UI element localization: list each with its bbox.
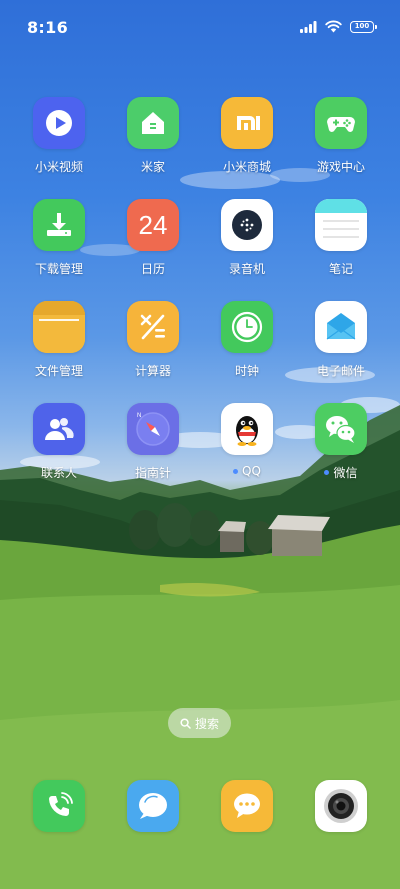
app-notes[interactable]: 笔记 — [294, 199, 388, 277]
status-icons: 100 — [300, 20, 377, 33]
search-button[interactable]: 搜索 — [168, 708, 231, 738]
dock — [0, 780, 400, 832]
contacts-icon — [33, 403, 85, 455]
calendar-date: 24 — [138, 209, 168, 240]
app-label: 微信 — [333, 466, 358, 480]
app-label: 小米视频 — [34, 160, 83, 174]
app-label: 录音机 — [228, 262, 265, 276]
calculator-icon — [127, 301, 179, 353]
app-compass[interactable]: N 指南针 — [106, 403, 200, 481]
new-notification-dot — [233, 468, 239, 474]
battery-icon: 100 — [350, 20, 377, 33]
wechat-icon — [315, 403, 367, 455]
search-icon — [180, 717, 191, 729]
app-label: 计算器 — [134, 364, 171, 378]
camera-icon — [315, 780, 367, 832]
app-label: 米家 — [140, 160, 165, 174]
app-downloads[interactable]: 下载管理 — [12, 199, 106, 277]
home-icon — [127, 97, 179, 149]
app-label: 下载管理 — [34, 262, 83, 276]
app-recorder[interactable]: 录音机 — [200, 199, 294, 277]
signal-icon — [300, 20, 317, 33]
video-play-icon — [33, 97, 85, 149]
app-label: 时钟 — [234, 364, 259, 378]
qq-penguin-icon — [221, 403, 273, 455]
app-label: 指南针 — [134, 466, 171, 480]
app-calculator[interactable]: 计算器 — [106, 301, 200, 379]
app-mijia[interactable]: 米家 — [106, 97, 200, 175]
status-time: 8:16 — [27, 18, 68, 37]
app-label: 文件管理 — [34, 364, 83, 378]
dock-browser[interactable] — [106, 780, 200, 832]
app-label: 游戏中心 — [316, 160, 365, 174]
app-label: 小米商城 — [222, 160, 271, 174]
gamepad-icon — [315, 97, 367, 149]
messages-icon — [221, 780, 273, 832]
app-calendar[interactable]: 24 日历 — [106, 199, 200, 277]
download-icon — [33, 199, 85, 251]
dock-messages[interactable] — [200, 780, 294, 832]
calendar-icon: 24 — [127, 199, 179, 251]
browser-bubble-icon — [127, 780, 179, 832]
search-label: 搜索 — [194, 716, 219, 731]
mail-icon — [315, 301, 367, 353]
app-file-manager[interactable]: 文件管理 — [12, 301, 106, 379]
app-label: 笔记 — [328, 262, 353, 276]
app-qq[interactable]: QQ — [200, 403, 294, 478]
app-label: 联系人 — [40, 466, 77, 480]
dock-phone[interactable] — [12, 780, 106, 832]
app-contacts[interactable]: 联系人 — [12, 403, 106, 481]
battery-level: 100 — [354, 22, 370, 30]
new-notification-dot — [324, 470, 330, 475]
clock-icon — [221, 301, 273, 353]
app-label: QQ — [242, 464, 261, 478]
app-clock[interactable]: 时钟 — [200, 301, 294, 379]
app-mi-video[interactable]: 小米视频 — [12, 97, 106, 175]
compass-icon: N — [127, 403, 179, 455]
app-mi-store[interactable]: 小米商城 — [200, 97, 294, 175]
recorder-icon — [221, 199, 273, 251]
app-wechat[interactable]: 微信 — [294, 403, 388, 481]
app-email[interactable]: 电子邮件 — [294, 301, 388, 379]
mi-store-icon — [221, 97, 273, 149]
app-label: 电子邮件 — [316, 364, 365, 378]
folder-icon — [33, 301, 85, 353]
app-label-row: 微信 — [324, 464, 358, 481]
notes-icon — [315, 199, 367, 251]
status-bar: 8:16 100 — [0, 0, 400, 56]
app-game-center[interactable]: 游戏中心 — [294, 97, 388, 175]
wifi-icon — [325, 20, 342, 33]
app-label-row: QQ — [233, 464, 261, 478]
phone-icon — [33, 780, 85, 832]
dock-camera[interactable] — [294, 780, 388, 832]
svg-text:N: N — [137, 413, 141, 419]
app-label: 日历 — [140, 262, 165, 276]
